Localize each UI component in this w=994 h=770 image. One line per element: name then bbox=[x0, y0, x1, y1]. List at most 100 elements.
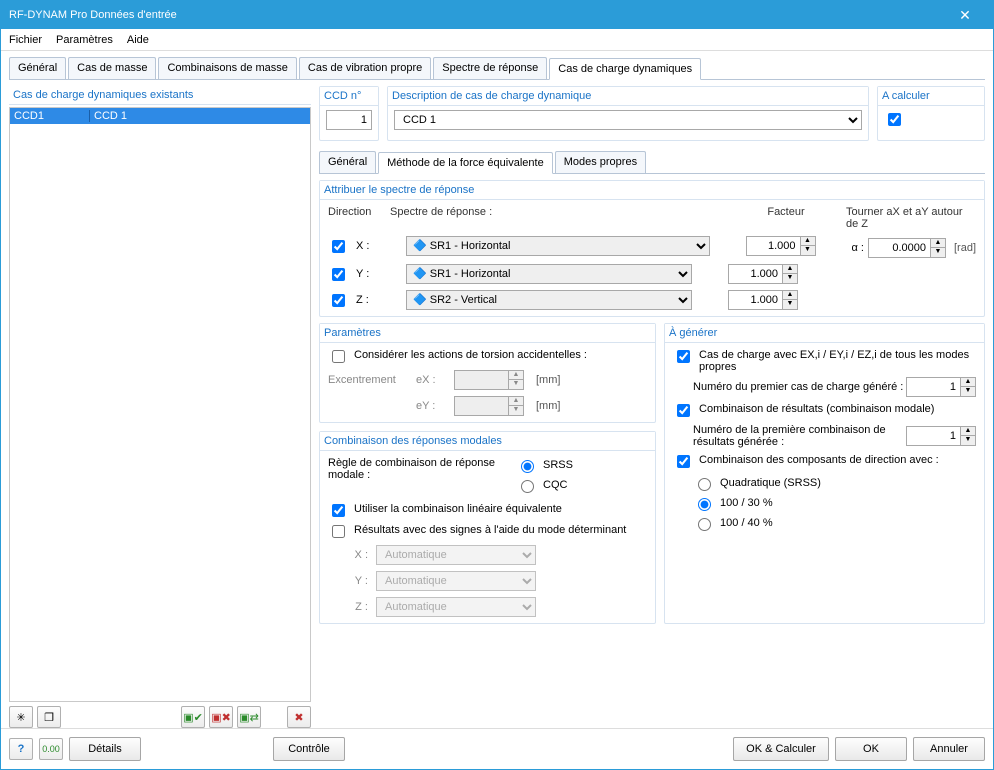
signed-y-select: Automatique bbox=[376, 571, 536, 591]
check-all-icon[interactable]: ▣✔ bbox=[181, 706, 205, 728]
copy-icon[interactable]: ❐ bbox=[37, 706, 61, 728]
signed-label: Résultats avec des signes à l'aide du mo… bbox=[354, 524, 626, 536]
equiv-checkbox[interactable] bbox=[332, 504, 345, 517]
spectrum-x-select[interactable]: 🔷 SR1 - Horizontal bbox=[406, 236, 710, 256]
signed-checkbox-row[interactable]: Résultats avec des signes à l'aide du mo… bbox=[328, 524, 647, 541]
tab-dyn-load[interactable]: Cas de charge dynamiques bbox=[549, 58, 701, 80]
torsion-checkbox[interactable] bbox=[332, 350, 345, 363]
dir-z-checkbox[interactable] bbox=[332, 294, 345, 307]
dir-x-checkbox[interactable] bbox=[332, 240, 345, 253]
torsion-checkbox-row[interactable]: Considérer les actions de torsion accide… bbox=[328, 349, 647, 366]
uncheck-all-icon[interactable]: ▣✖ bbox=[209, 706, 233, 728]
heading-direction: Direction bbox=[328, 206, 390, 230]
gen-dir-checkbox-row[interactable]: Combinaison des composants de direction … bbox=[673, 454, 976, 471]
spectrum-z-select[interactable]: 🔷 SR2 - Vertical bbox=[406, 290, 692, 310]
heading-spectrum: Spectre de réponse : bbox=[390, 206, 746, 230]
alpha-input[interactable]: ▲▼ bbox=[868, 238, 946, 258]
tab-spectrum[interactable]: Spectre de réponse bbox=[433, 57, 547, 79]
subtab-general[interactable]: Général bbox=[319, 151, 376, 173]
menubar: Fichier Paramètres Aide bbox=[1, 29, 993, 51]
equiv-label: Utiliser la combinaison linéaire équival… bbox=[354, 503, 562, 515]
subtab-equiv[interactable]: Méthode de la force équivalente bbox=[378, 152, 553, 174]
signed-z-select: Automatique bbox=[376, 597, 536, 617]
gen-rc-checkbox[interactable] bbox=[677, 404, 690, 417]
radio-cqc[interactable] bbox=[521, 480, 534, 493]
ccd-desc-label: Description de cas de charge dynamique bbox=[388, 87, 868, 106]
tab-eigen[interactable]: Cas de vibration propre bbox=[299, 57, 431, 79]
factor-x-input[interactable]: ▲▼ bbox=[746, 236, 816, 256]
close-icon[interactable]: ✕ bbox=[945, 7, 985, 24]
ccd-no-label: CCD n° bbox=[320, 87, 378, 106]
ok-button[interactable]: OK bbox=[835, 737, 907, 761]
ex-input: ▲▼ bbox=[454, 370, 524, 390]
calc-label: A calculer bbox=[878, 87, 984, 106]
list-item[interactable]: CCD1 CCD 1 bbox=[10, 108, 310, 124]
gen-lc-checkbox-row[interactable]: Cas de charge avec EX,i / EY,i / EZ,i de… bbox=[673, 349, 976, 373]
tab-general[interactable]: Général bbox=[9, 57, 66, 79]
menu-params[interactable]: Paramètres bbox=[56, 34, 113, 46]
factor-z-input[interactable]: ▲▼ bbox=[728, 290, 798, 310]
dir-y-label: Y : bbox=[356, 268, 398, 280]
gen-rc-checkbox-row[interactable]: Combinaison de résultats (combinaison mo… bbox=[673, 403, 976, 420]
alpha-unit: [rad] bbox=[954, 242, 976, 254]
tab-mass-combos[interactable]: Combinaisons de masse bbox=[158, 57, 296, 79]
gen-lc-label: Cas de charge avec EX,i / EY,i / EZ,i de… bbox=[699, 349, 976, 373]
tab-mass-cases[interactable]: Cas de masse bbox=[68, 57, 156, 79]
generate-title: À générer bbox=[665, 324, 984, 343]
check-button[interactable]: Contrôle bbox=[273, 737, 345, 761]
delete-icon[interactable]: ✖ bbox=[287, 706, 311, 728]
params-title: Paramètres bbox=[320, 324, 655, 343]
existing-cases-list[interactable]: CCD1 CCD 1 bbox=[9, 107, 311, 702]
ey-input: ▲▼ bbox=[454, 396, 524, 416]
new-icon[interactable]: ✳ bbox=[9, 706, 33, 728]
list-item-name: CCD 1 bbox=[90, 110, 131, 122]
existing-cases-title: Cas de charge dynamiques existants bbox=[9, 86, 311, 105]
dir-z-label: Z : bbox=[356, 294, 398, 306]
spectrum-y-select[interactable]: 🔷 SR1 - Horizontal bbox=[406, 264, 692, 284]
gen-rc-label: Combinaison de résultats (combinaison mo… bbox=[699, 403, 934, 415]
radio-quad[interactable] bbox=[698, 478, 711, 491]
ccd-desc-select[interactable]: CCD 1 bbox=[394, 110, 862, 130]
modal-rule-label: Règle de combinaison de réponse modale : bbox=[328, 457, 508, 481]
first-rc-input[interactable]: ▲▼ bbox=[906, 426, 976, 446]
gen-lc-checkbox[interactable] bbox=[677, 350, 690, 363]
menu-help[interactable]: Aide bbox=[127, 34, 149, 46]
first-lc-input[interactable]: ▲▼ bbox=[906, 377, 976, 397]
radio-srss[interactable] bbox=[521, 460, 534, 473]
assign-title: Attribuer le spectre de réponse bbox=[320, 181, 984, 200]
window-title: RF-DYNAM Pro Données d'entrée bbox=[9, 9, 177, 21]
dir-y-checkbox[interactable] bbox=[332, 268, 345, 281]
ey-label: eY : bbox=[416, 400, 446, 412]
list-item-id: CCD1 bbox=[10, 110, 90, 122]
factor-y-input[interactable]: ▲▼ bbox=[728, 264, 798, 284]
alpha-label: α : bbox=[852, 242, 864, 254]
equiv-checkbox-row[interactable]: Utiliser la combinaison linéaire équival… bbox=[328, 503, 647, 520]
heading-factor: Facteur bbox=[746, 206, 826, 230]
first-rc-label: Numéro de la première combinaison de rés… bbox=[693, 424, 906, 448]
first-lc-label: Numéro du premier cas de charge généré : bbox=[693, 381, 903, 393]
main-tabs: Général Cas de masse Combinaisons de mas… bbox=[9, 57, 985, 80]
cancel-button[interactable]: Annuler bbox=[913, 737, 985, 761]
heading-rotate: Tourner aX et aY autour de Z bbox=[826, 206, 976, 230]
ok-calc-button[interactable]: OK & Calculer bbox=[733, 737, 829, 761]
radio-10040[interactable] bbox=[698, 518, 711, 531]
calc-checkbox[interactable] bbox=[888, 113, 901, 126]
modal-title: Combinaison des réponses modales bbox=[320, 432, 655, 451]
gen-dir-checkbox[interactable] bbox=[677, 455, 690, 468]
details-button[interactable]: Détails bbox=[69, 737, 141, 761]
subtab-modes[interactable]: Modes propres bbox=[555, 151, 646, 173]
toggle-icon[interactable]: ▣⇄ bbox=[237, 706, 261, 728]
signed-checkbox[interactable] bbox=[332, 525, 345, 538]
signed-x-select: Automatique bbox=[376, 545, 536, 565]
ey-unit: [mm] bbox=[536, 400, 560, 412]
radio-10030[interactable] bbox=[698, 498, 711, 511]
help-icon[interactable]: ? bbox=[9, 738, 33, 760]
ccd-no-input[interactable] bbox=[326, 110, 372, 130]
titlebar: RF-DYNAM Pro Données d'entrée ✕ bbox=[1, 1, 993, 29]
ex-unit: [mm] bbox=[536, 374, 560, 386]
menu-file[interactable]: Fichier bbox=[9, 34, 42, 46]
torsion-label: Considérer les actions de torsion accide… bbox=[354, 349, 587, 361]
sub-tabs: Général Méthode de la force équivalente … bbox=[319, 151, 985, 174]
dir-x-label: X : bbox=[356, 240, 398, 252]
units-icon[interactable]: 0.00 bbox=[39, 738, 63, 760]
